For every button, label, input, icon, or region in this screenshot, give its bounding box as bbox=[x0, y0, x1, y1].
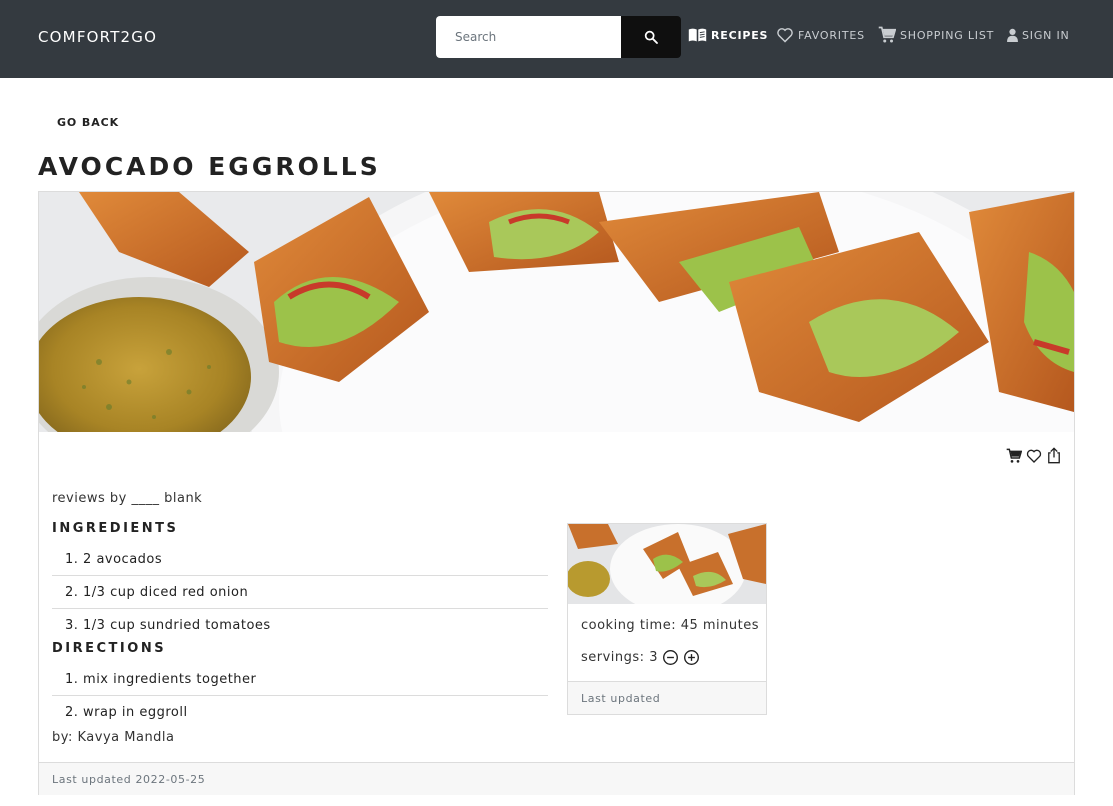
search-input[interactable]: Search bbox=[436, 16, 621, 58]
recipe-thumbnail bbox=[568, 524, 766, 604]
cart-icon bbox=[878, 26, 896, 43]
direction-item: 1. mix ingredients together bbox=[52, 663, 548, 696]
ingredient-item: 1. 2 avocados bbox=[52, 543, 548, 576]
nav-favorites-label: FAVORITES bbox=[798, 28, 865, 42]
ingredient-item: 3. 1/3 cup sundried tomatoes bbox=[65, 618, 271, 633]
ingredient-item: 2. 1/3 cup diced red onion bbox=[52, 576, 548, 609]
increase-servings-button[interactable] bbox=[683, 649, 700, 666]
recipe-card: reviews by ____ blank INGREDIENTS 1. 2 a… bbox=[38, 191, 1075, 795]
search-button[interactable] bbox=[621, 16, 681, 58]
cooking-time: cooking time: 45 minutes bbox=[581, 618, 759, 633]
share-button[interactable] bbox=[1045, 447, 1062, 464]
minus-circle-icon bbox=[662, 650, 678, 665]
heart-icon bbox=[1026, 449, 1041, 463]
directions-heading: DIRECTIONS bbox=[52, 641, 167, 656]
cart-icon bbox=[1006, 448, 1022, 463]
recipe-info-card: cooking time: 45 minutes servings: 3 Las… bbox=[567, 523, 767, 715]
recipe-hero-image bbox=[39, 192, 1074, 432]
nav-shopping-list[interactable]: SHOPPING LIST bbox=[878, 24, 994, 46]
add-to-cart-button[interactable] bbox=[1005, 447, 1022, 464]
person-icon bbox=[1007, 28, 1018, 42]
ingredients-heading: INGREDIENTS bbox=[52, 521, 179, 536]
nav-sign-in-label: SIGN IN bbox=[1022, 28, 1070, 42]
nav-favorites[interactable]: FAVORITES bbox=[776, 24, 865, 46]
favorite-button[interactable] bbox=[1025, 447, 1042, 464]
heart-icon bbox=[777, 28, 793, 43]
direction-item: 2. wrap in eggroll bbox=[65, 705, 188, 720]
nav-shopping-list-label: SHOPPING LIST bbox=[900, 28, 995, 42]
brand-logo[interactable]: COMFORT2GO bbox=[38, 28, 157, 46]
servings-row: servings: 3 bbox=[581, 649, 700, 666]
plus-circle-icon bbox=[683, 650, 699, 665]
menu-book-icon bbox=[688, 28, 707, 42]
decrease-servings-button[interactable] bbox=[662, 649, 679, 666]
nav-recipes[interactable]: RECIPES bbox=[688, 24, 768, 46]
search-icon bbox=[644, 30, 658, 44]
nav-recipes-label: RECIPES bbox=[711, 28, 769, 42]
page-title: AVOCADO EGGROLLS bbox=[38, 152, 381, 181]
info-card-last-updated: Last updated bbox=[568, 681, 766, 714]
nav-sign-in[interactable]: SIGN IN bbox=[1007, 24, 1070, 46]
recipe-last-updated: Last updated 2022-05-25 bbox=[39, 762, 1074, 795]
reviews-text: reviews by ____ blank bbox=[52, 491, 203, 506]
share-icon bbox=[1047, 447, 1060, 464]
recipe-actions bbox=[1005, 447, 1062, 464]
top-navbar: COMFORT2GO Search RECIPES FAVORITES SHOP… bbox=[0, 0, 1113, 78]
go-back-button[interactable]: GO BACK bbox=[57, 116, 119, 129]
servings-label: servings: 3 bbox=[581, 650, 658, 665]
recipe-author: by: Kavya Mandla bbox=[52, 730, 175, 745]
